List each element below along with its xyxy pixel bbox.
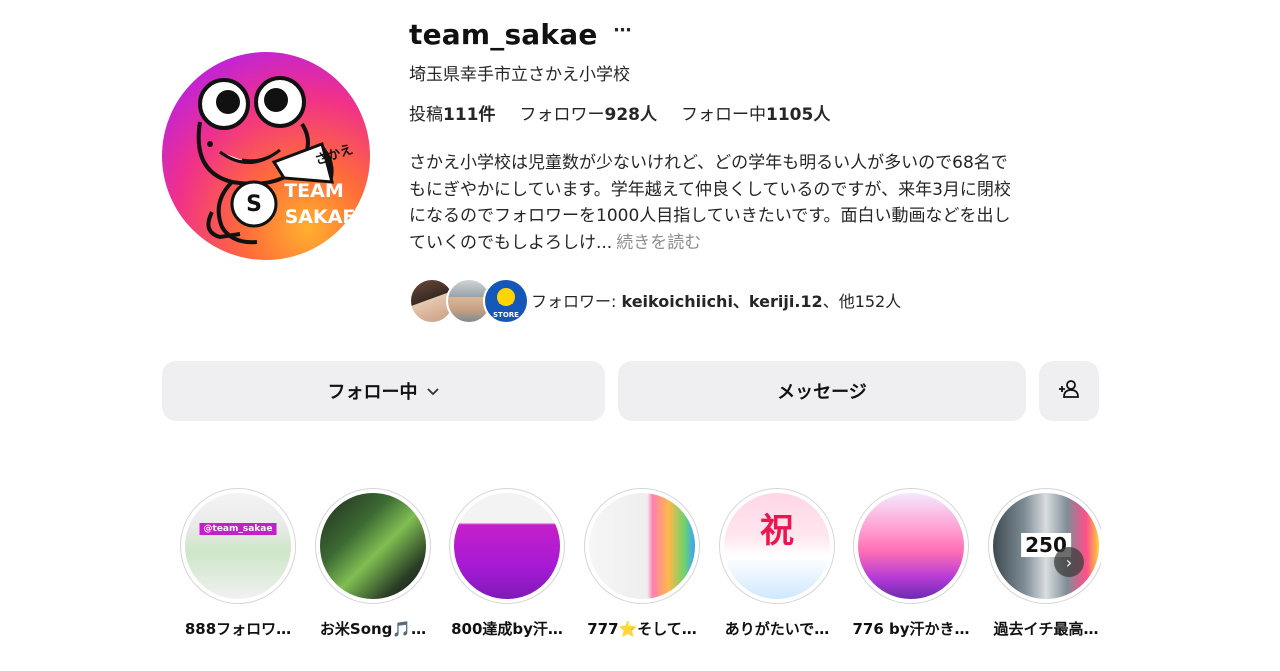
profile-bio: さかえ小学校は児童数が少ないけれど、どの学年も明るい人が多いので68名で もにぎ… <box>409 150 1109 256</box>
avatar-initial: S <box>246 192 262 217</box>
followers-value: 928人 <box>604 105 658 125</box>
more-options-icon[interactable]: ⋯ <box>614 22 632 40</box>
profile-avatar[interactable]: さかえ S TEAM SAKAE <box>162 52 370 260</box>
chevron-down-icon <box>426 381 440 402</box>
followed-by-prefix: フォロワー: <box>531 292 622 311</box>
following-button[interactable]: フォロー中 <box>162 361 605 421</box>
following-count[interactable]: フォロー中1105人 <box>681 100 830 125</box>
add-user-icon <box>1058 378 1080 405</box>
read-more-link[interactable]: 続きを読む <box>616 233 701 253</box>
bio-line: もにぎやかにしています。学年越えて仲良くしているのですが、来年3月に閉校 <box>409 179 1011 200</box>
followed-by[interactable]: STORE フォロワー: keikoichiichi、keriji.12、他15… <box>409 277 901 324</box>
highlight-item[interactable]: @team_sakae 888フォロワ… <box>176 485 300 639</box>
highlight-item[interactable]: 777⭐そして… <box>580 485 704 639</box>
highlight-badge: 祝 <box>760 511 794 551</box>
display-name: 埼玉県幸手市立さかえ小学校 <box>409 65 630 85</box>
highlight-label: ありがたいで… <box>724 620 830 638</box>
highlight-ring: 祝 <box>719 488 835 604</box>
username-row: team_sakae ⋯ <box>409 14 632 54</box>
highlight-item[interactable]: 800達成by汗… <box>445 485 569 639</box>
highlight-ring <box>584 488 700 604</box>
highlight-thumbnail: 祝 <box>724 493 830 599</box>
highlight-thumbnail <box>589 493 695 599</box>
next-arrow-icon[interactable]: › <box>1054 547 1084 577</box>
posts-label: 投稿 <box>409 105 443 125</box>
followers-count[interactable]: フォロワー928人 <box>520 100 658 125</box>
store-logo-icon: STORE <box>493 288 519 319</box>
profile-page: さかえ S TEAM SAKAE team_sakae ⋯ 埼玉県幸手市立さかえ… <box>0 0 1280 671</box>
highlight-label: 過去イチ最高… <box>993 620 1099 638</box>
highlight-ring: 250 <box>988 488 1101 604</box>
highlight-ring: @team_sakae <box>180 488 296 604</box>
message-button[interactable]: メッセージ <box>618 361 1026 421</box>
store-logo-text: STORE <box>493 311 519 319</box>
highlight-item[interactable]: お米Song🎵… <box>311 485 435 639</box>
highlight-label: お米Song🎵… <box>319 620 427 638</box>
highlight-label: 800達成by汗… <box>451 620 563 638</box>
bio-line: さかえ小学校は児童数が少ないけれど、どの学年も明るい人が多いので68名で <box>409 153 1008 173</box>
posts-count[interactable]: 投稿111件 <box>409 100 496 125</box>
highlight-ring <box>315 488 431 604</box>
highlight-ring <box>853 488 969 604</box>
following-button-label: フォロー中 <box>327 382 418 403</box>
followed-by-text: フォロワー: keikoichiichi、keriji.12、他152人 <box>531 288 901 312</box>
followed-by-suffix: 、他152人 <box>822 292 902 311</box>
bio-line: ていくのでもしよろしけ... 続きを読む <box>409 230 1109 257</box>
highlight-badge: @team_sakae <box>199 523 277 535</box>
bio-line-text: ていくのでもしよろしけ... <box>409 232 613 253</box>
add-user-button[interactable] <box>1039 361 1099 421</box>
follower-avatars: STORE <box>409 277 531 324</box>
profile-stats: 投稿111件 フォロワー928人 フォロー中1105人 <box>409 100 830 125</box>
follower-avatar: STORE <box>483 278 529 324</box>
highlight-item[interactable]: 祝 ありがたいで… <box>715 485 839 639</box>
highlight-label: 776 by汗かき… <box>852 620 970 638</box>
following-value: 1105人 <box>766 105 831 125</box>
highlight-item[interactable]: 776 by汗かき… <box>849 485 973 639</box>
following-label: フォロー中 <box>681 105 766 125</box>
highlight-thumbnail: 250 <box>993 493 1099 599</box>
username[interactable]: team_sakae <box>409 18 598 51</box>
followers-label: フォロワー <box>519 105 605 125</box>
bio-line: になるのでフォロワーを1000人目指していきたいです。面白い動画などを出し <box>409 206 1011 226</box>
highlight-thumbnail <box>858 493 964 599</box>
highlight-label: 777⭐そして… <box>587 620 697 638</box>
highlight-label: 888フォロワ… <box>184 620 292 638</box>
highlight-thumbnail: @team_sakae <box>185 493 291 599</box>
followed-by-names: keikoichiichi、keriji.12 <box>621 292 823 311</box>
highlight-thumbnail <box>454 493 560 599</box>
avatar-text-team: TEAM <box>284 180 344 202</box>
posts-value: 111件 <box>443 105 496 125</box>
highlight-thumbnail <box>320 493 426 599</box>
highlight-ring <box>449 488 565 604</box>
story-highlights: @team_sakae 888フォロワ… お米Song🎵… 800達成by汗… … <box>176 485 1101 655</box>
avatar-text-sakae-en: SAKAE <box>284 206 356 228</box>
message-button-label: メッセージ <box>777 382 867 403</box>
